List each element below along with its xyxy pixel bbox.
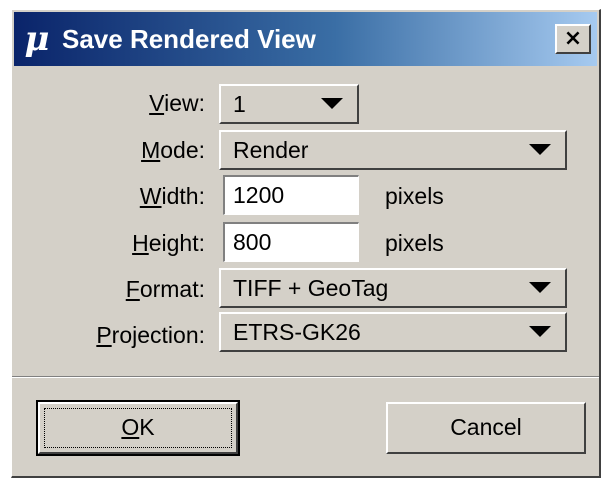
mode-label: Mode: xyxy=(141,137,205,163)
cancel-button[interactable]: Cancel xyxy=(386,402,586,454)
height-unit: pixels xyxy=(385,230,444,256)
focus-rect xyxy=(44,408,232,448)
format-label: Format: xyxy=(125,276,205,302)
separator xyxy=(12,376,599,378)
height-label: Height: xyxy=(132,230,205,256)
projection-value: ETRS-GK26 xyxy=(233,319,361,345)
dropdown-arrow-icon xyxy=(529,326,551,337)
view-dropdown[interactable]: 1 xyxy=(219,84,359,124)
ok-button[interactable]: OK xyxy=(36,400,240,456)
width-input[interactable]: 1200 xyxy=(223,175,359,215)
format-dropdown[interactable]: TIFF + GeoTag xyxy=(219,268,567,308)
mode-value: Render xyxy=(233,137,309,163)
mode-dropdown[interactable]: Render xyxy=(219,130,567,170)
view-label: View: xyxy=(149,90,205,116)
mu-icon: μ xyxy=(24,19,50,59)
save-rendered-view-dialog: μ Save Rendered View × View: 1 Mode: Ren… xyxy=(11,9,601,478)
dropdown-arrow-icon xyxy=(529,282,551,293)
height-input[interactable]: 800 xyxy=(223,222,359,262)
close-icon: × xyxy=(563,26,583,51)
dropdown-arrow-icon xyxy=(529,144,551,155)
format-value: TIFF + GeoTag xyxy=(233,275,389,301)
width-label: Width: xyxy=(139,183,205,209)
width-unit: pixels xyxy=(385,183,444,209)
projection-dropdown[interactable]: ETRS-GK26 xyxy=(219,312,567,352)
view-value: 1 xyxy=(233,91,246,117)
dropdown-arrow-icon xyxy=(321,98,343,109)
projection-label: Projection: xyxy=(96,322,205,348)
title-bar[interactable]: μ Save Rendered View × xyxy=(14,12,597,66)
dialog-title: Save Rendered View xyxy=(62,23,316,54)
close-button[interactable]: × xyxy=(555,24,591,54)
